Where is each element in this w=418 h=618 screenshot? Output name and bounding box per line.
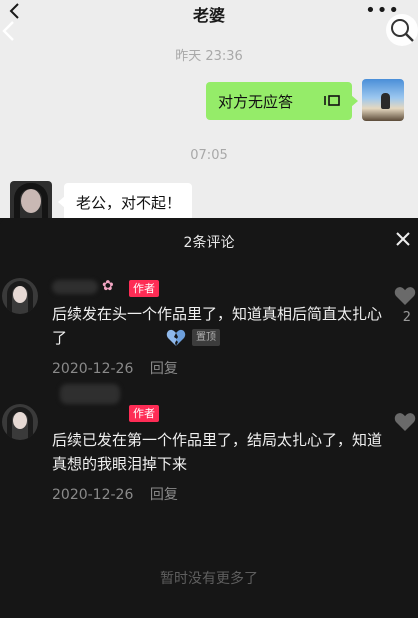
outgoing-message-text: 对方无应答: [218, 93, 294, 111]
comment-date: 2020-12-26: [52, 487, 134, 503]
search-icon: [391, 19, 414, 42]
overlay-back-icon[interactable]: [0, 18, 20, 44]
incoming-message-bubble[interactable]: 老公，对不起！: [58, 183, 192, 218]
like-heart-icon[interactable]: [394, 286, 416, 306]
author-badge: 作者: [129, 280, 159, 297]
comments-sheet: 2条评论 ✿ 作者 后续发在头一个作品里了，知道真相后简直太扎心了 置顶 202…: [0, 218, 418, 618]
contact-avatar[interactable]: [10, 181, 52, 218]
chat-header: 老婆 •••: [0, 0, 418, 34]
pinned-badge: 置顶: [192, 329, 220, 346]
like-heart-icon[interactable]: [394, 412, 416, 432]
chat-timestamp: 昨天 23:36: [175, 49, 243, 64]
incoming-message-text: 老公，对不起！: [76, 194, 182, 212]
author-badge: 作者: [129, 405, 159, 422]
self-avatar[interactable]: [362, 79, 404, 121]
comments-title: 2条评论: [183, 235, 235, 251]
chat-timestamp: 07:05: [190, 148, 228, 163]
comment-text[interactable]: 后续已发在第一个作品里了，结局太扎心了，知道真想的我眼泪掉下来: [52, 428, 382, 476]
commenter-name-redacted: [60, 384, 120, 404]
no-more-comments: 暂时没有更多了: [160, 571, 258, 587]
chat-background: 老婆 ••• 昨天 23:36 对方无应答 07:05 老公，对不起！: [0, 0, 418, 218]
reply-button[interactable]: 回复: [150, 361, 178, 377]
broken-heart-icon: [166, 329, 186, 346]
flower-icon: ✿: [102, 278, 114, 294]
commenter-avatar[interactable]: [2, 404, 38, 440]
comment-meta: 2020-12-26 回复: [52, 484, 178, 504]
chat-title: 老婆: [192, 6, 225, 25]
close-icon[interactable]: [394, 230, 412, 248]
search-button[interactable]: [386, 14, 418, 46]
commenter-avatar[interactable]: [2, 278, 38, 314]
voice-call-icon: [324, 95, 340, 106]
comment-meta: 2020-12-26 回复: [52, 358, 178, 378]
outgoing-message-bubble[interactable]: 对方无应答: [206, 82, 358, 120]
reply-button[interactable]: 回复: [150, 487, 178, 503]
comment-date: 2020-12-26: [52, 361, 134, 377]
like-count: 2: [402, 310, 411, 325]
commenter-name-redacted: [52, 280, 98, 294]
